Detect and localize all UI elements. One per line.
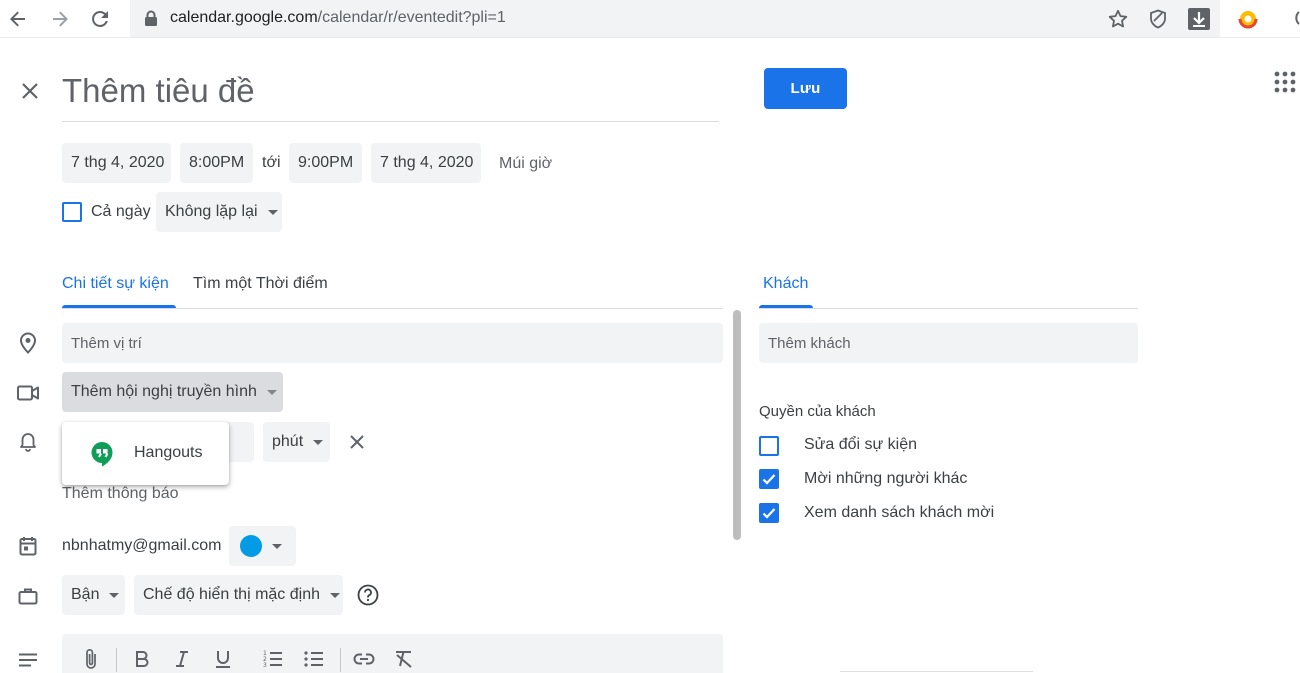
checkmark-icon xyxy=(762,508,776,519)
close-icon[interactable] xyxy=(16,77,44,105)
clear-formatting-icon[interactable] xyxy=(393,648,415,670)
toolbar-separator xyxy=(340,648,341,672)
lock-icon xyxy=(144,10,158,32)
location-input[interactable]: Thêm vị trí xyxy=(62,323,723,363)
calendar-color-swatch xyxy=(240,535,262,557)
all-day-checkbox[interactable] xyxy=(62,202,82,222)
briefcase-icon xyxy=(16,584,40,608)
url-domain: calendar.google.com xyxy=(170,9,318,26)
visibility-dropdown[interactable]: Chế độ hiển thị mặc định xyxy=(134,575,343,615)
apps-grid-icon[interactable] xyxy=(1273,70,1297,94)
help-icon[interactable] xyxy=(357,584,379,606)
hangouts-option[interactable]: Hangouts xyxy=(134,444,203,462)
link-icon[interactable] xyxy=(353,648,375,670)
svg-text:3: 3 xyxy=(263,662,267,668)
perm-see-guest-list-checkbox[interactable] xyxy=(759,503,779,523)
notification-unit-dropdown[interactable]: phút xyxy=(263,422,330,462)
toolbar-separator xyxy=(116,648,117,672)
add-notification-link[interactable]: Thêm thông báo xyxy=(62,485,179,503)
end-date-field[interactable]: 7 thg 4, 2020 xyxy=(371,143,481,183)
back-icon[interactable] xyxy=(4,5,32,33)
end-time-field[interactable]: 9:00PM xyxy=(289,143,362,183)
event-title-input[interactable]: Thêm tiêu đề xyxy=(62,66,719,122)
hangouts-icon xyxy=(90,441,114,467)
bottom-divider xyxy=(840,671,1033,672)
timezone-button[interactable]: Múi giờ xyxy=(499,155,552,173)
calendar-icon xyxy=(16,534,40,558)
underline-icon[interactable] xyxy=(212,648,234,670)
download-icon[interactable] xyxy=(1186,6,1212,32)
repeat-value: Không lặp lại xyxy=(165,203,258,220)
repeat-dropdown[interactable]: Không lặp lại xyxy=(156,192,282,232)
url-path: /calendar/r/eventedit?pli=1 xyxy=(317,9,506,26)
reload-icon[interactable] xyxy=(86,5,114,33)
availability-value: Bận xyxy=(71,586,100,603)
bold-icon[interactable] xyxy=(131,648,153,670)
bullet-list-icon[interactable] xyxy=(303,648,325,670)
browser-toolbar: calendar.google.com/calendar/r/eventedit… xyxy=(0,0,1300,38)
shield-icon[interactable] xyxy=(1145,6,1171,32)
perm-modify-event-label: Sửa đổi sự kiện xyxy=(804,436,918,453)
all-day-label: Cả ngày xyxy=(91,203,151,220)
italic-icon[interactable] xyxy=(171,648,193,670)
tab-event-details[interactable]: Chi tiết sự kiện xyxy=(62,275,169,293)
remove-notification-icon[interactable] xyxy=(347,432,367,452)
calendar-owner-email: nbnhatmy@gmail.com xyxy=(62,537,222,554)
description-lines-icon xyxy=(16,648,40,672)
chevron-down-icon xyxy=(267,209,278,215)
chevron-down-icon xyxy=(266,389,277,395)
details-scrollbar[interactable] xyxy=(733,310,741,540)
guests-divider xyxy=(759,308,1138,309)
visibility-value: Chế độ hiển thị mặc định xyxy=(143,586,320,603)
add-conference-dropdown[interactable]: Thêm hội nghị truyền hình xyxy=(62,372,283,412)
address-bar[interactable]: calendar.google.com/calendar/r/eventedit… xyxy=(130,0,1220,37)
conference-options-menu: Hangouts xyxy=(62,422,229,485)
availability-dropdown[interactable]: Bận xyxy=(62,575,125,615)
perm-modify-event-checkbox[interactable] xyxy=(759,436,779,456)
add-guests-input[interactable]: Thêm khách xyxy=(759,323,1138,363)
forward-icon[interactable] xyxy=(46,5,74,33)
chevron-down-icon xyxy=(109,592,120,598)
extension-icon[interactable] xyxy=(1235,6,1261,32)
profile-edge-icon[interactable] xyxy=(1292,8,1300,28)
location-pin-icon xyxy=(16,331,40,355)
tabs-divider xyxy=(62,308,723,309)
start-date-field[interactable]: 7 thg 4, 2020 xyxy=(62,143,171,183)
checkmark-icon xyxy=(762,474,776,485)
calendar-color-dropdown[interactable] xyxy=(229,526,296,566)
chevron-down-icon xyxy=(272,543,282,549)
video-camera-icon xyxy=(16,381,40,405)
star-icon[interactable] xyxy=(1105,6,1131,32)
attachment-icon[interactable] xyxy=(80,648,102,670)
numbered-list-icon[interactable]: 123 xyxy=(262,648,284,670)
to-label: tới xyxy=(262,154,281,171)
perm-see-guest-list-label: Xem danh sách khách mời xyxy=(804,504,995,521)
save-button[interactable]: Lưu xyxy=(764,68,847,109)
tab-find-time[interactable]: Tìm một Thời điểm xyxy=(193,275,328,293)
bell-icon xyxy=(16,430,40,454)
description-toolbar: 123 xyxy=(62,634,723,673)
notification-unit-value: phút xyxy=(272,433,304,450)
conference-label: Thêm hội nghị truyền hình xyxy=(71,383,257,400)
perm-invite-others-checkbox[interactable] xyxy=(759,469,779,489)
url-text: calendar.google.com/calendar/r/eventedit… xyxy=(170,9,506,27)
guest-permissions-title: Quyền của khách xyxy=(759,403,876,420)
perm-invite-others-label: Mời những người khác xyxy=(804,470,968,487)
chevron-down-icon xyxy=(330,592,340,598)
start-time-field[interactable]: 8:00PM xyxy=(180,143,253,183)
chevron-down-icon xyxy=(313,439,324,445)
tab-guests[interactable]: Khách xyxy=(763,275,808,293)
